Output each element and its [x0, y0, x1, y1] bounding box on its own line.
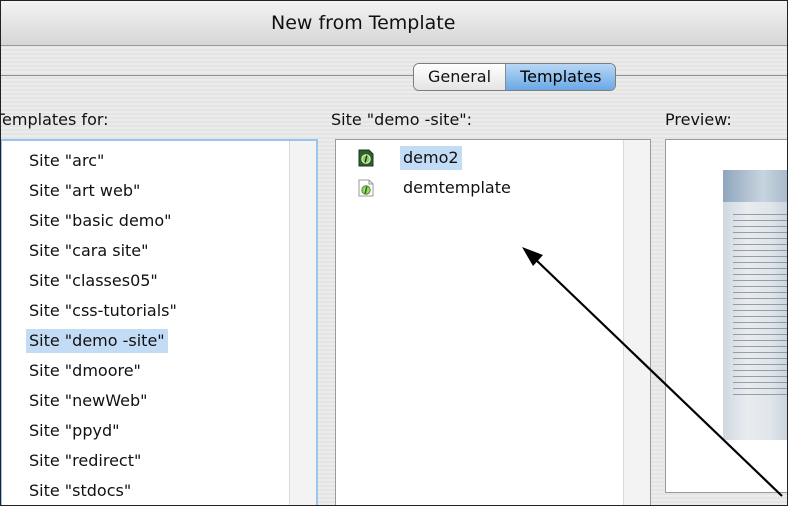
tab-general[interactable]: General [414, 64, 507, 90]
preview-panel [665, 139, 787, 493]
tab-bar: General Templates [413, 63, 617, 91]
list-item[interactable]: Site "arc" [26, 149, 107, 173]
preview-label: Preview: [665, 110, 732, 129]
tab-templates[interactable]: Templates [506, 64, 616, 90]
sites-list[interactable]: Site "arc" Site "art web" Site "basic de… [1, 139, 318, 505]
list-item-selected[interactable]: Site "demo -site" [26, 329, 168, 353]
sites-scrollbar[interactable] [289, 141, 316, 505]
preview-text-lines [733, 210, 787, 395]
template-name: demo2 [400, 146, 462, 170]
templates-scrollbar[interactable] [623, 140, 650, 505]
title-bar: New from Template [1, 1, 787, 46]
list-item[interactable]: Site "dmoore" [26, 359, 144, 383]
site-templates-label: Site "demo -site": [331, 110, 473, 129]
list-item[interactable]: Site "art web" [26, 179, 143, 203]
list-item[interactable]: Site "basic demo" [26, 209, 175, 233]
tab-divider [1, 75, 787, 76]
list-item[interactable]: Site "css-tutorials" [26, 299, 180, 323]
list-item[interactable]: Site "ppyd" [26, 419, 122, 443]
dreamweaver-template-icon [358, 179, 374, 197]
list-item[interactable]: Site "redirect" [26, 449, 144, 473]
preview-header-band [723, 170, 787, 202]
templates-list[interactable]: demo2 demtemplate [335, 139, 651, 505]
list-item[interactable]: Site "cara site" [26, 239, 152, 263]
window-title: New from Template [271, 12, 456, 34]
template-preview-thumbnail [723, 170, 787, 440]
list-item[interactable]: Site "classes05" [26, 269, 161, 293]
list-item[interactable]: Site "newWeb" [26, 389, 150, 413]
dreamweaver-template-icon [358, 149, 374, 167]
template-name: demtemplate [403, 178, 511, 197]
new-from-template-dialog: New from Template General Templates Temp… [0, 0, 788, 506]
templates-for-label: Templates for: [0, 110, 109, 129]
list-item[interactable]: Site "stdocs" [26, 479, 134, 503]
